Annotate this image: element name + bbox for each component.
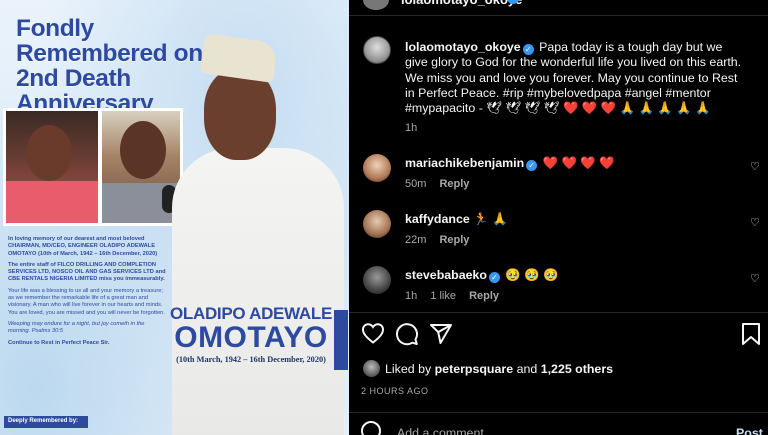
caption: lolaomotayo_okoye ✓ Papa today is a tough… (405, 40, 745, 116)
comment-age: 1h (405, 290, 418, 302)
post-actions (361, 322, 761, 346)
comment-age: 50m (405, 178, 427, 190)
comment-row: mariachikebenjamin ✓ ❤️ ❤️ ❤️ ❤️ (405, 156, 615, 171)
caption-username[interactable]: lolaomotayo_okoye (405, 40, 521, 54)
likes-others[interactable]: 1,225 others (541, 362, 613, 376)
reply-button[interactable]: Reply (439, 178, 469, 190)
reply-button[interactable]: Reply (439, 234, 469, 246)
post-timestamp: 2 HOURS AGO (361, 386, 429, 396)
comment-like-heart-icon[interactable]: ♡ (750, 216, 760, 229)
poster-psalm: Weeping may endure for a night, but joy … (8, 320, 145, 335)
paper-plane-icon[interactable] (429, 322, 453, 351)
likes-conj: and (516, 362, 538, 376)
poster-nameplate: OLADIPO ADEWALE OMOTAYO (10th March, 194… (168, 304, 348, 370)
add-comment-input[interactable]: Add a comment... (397, 426, 494, 435)
section-divider (349, 312, 768, 313)
post-side-panel: lolaomotayo_okoye lolaomotayo_okoye✓ Pap… (349, 0, 768, 435)
comment-age: 22m (405, 234, 427, 246)
memorial-poster-image: Fondly Remembered on the 2nd Death Anniv… (0, 0, 349, 435)
comment-bubble-icon[interactable] (395, 322, 419, 351)
post-comment-button[interactable]: Post (736, 426, 763, 435)
comment-text: 🥹 🥹 🥹 (505, 268, 559, 282)
likes-summary: Liked by peterpsquare and 1,225 others (385, 362, 613, 376)
reply-button[interactable]: Reply (469, 290, 499, 302)
likes-user[interactable]: peterpsquare (435, 362, 514, 376)
header-username[interactable]: lolaomotayo_okoye (401, 0, 522, 7)
comment-row: stevebabaeko ✓ 🥹 🥹 🥹 (405, 268, 559, 283)
comment-meta: 50m Reply (405, 178, 479, 190)
poster-body-text: In loving memory of our dearest and most… (8, 236, 166, 351)
smiley-icon[interactable] (361, 421, 381, 435)
portrait-elder-white-attire (172, 30, 344, 435)
comment-text: 🏃 🙏 (473, 212, 508, 226)
header-avatar[interactable] (363, 0, 389, 10)
comment-row: kaffydance 🏃 🙏 (405, 212, 508, 227)
comment-like-count[interactable]: 1 like (430, 290, 456, 302)
caption-meta: 1h (405, 122, 427, 134)
poster-remembered-by: Deeply Remembered by: (4, 416, 88, 428)
poster-dates: (10th March, 1942 – 16th December, 2020) (176, 355, 326, 364)
comment-avatar[interactable] (363, 154, 391, 182)
poster-intro: In loving memory of our dearest and most… (8, 236, 158, 257)
comment-text: ❤️ ❤️ ❤️ ❤️ (542, 156, 615, 170)
verified-badge-icon: ✓ (488, 272, 500, 283)
comment-avatar[interactable] (363, 266, 391, 294)
poster-surname: OMOTAYO (174, 321, 328, 354)
comment-username[interactable]: stevebabaeko (405, 268, 487, 282)
poster-staff: The entire staff of FILCO DRILLING AND C… (8, 261, 166, 283)
poster-rest: Continue to Rest in Perfect Peace Sir. (8, 339, 110, 346)
comment-meta: 1h 1 like Reply (405, 290, 509, 302)
comment-username[interactable]: mariachikebenjamin (405, 156, 524, 170)
post-header: lolaomotayo_okoye (349, 0, 768, 16)
bookmark-icon[interactable] (741, 322, 761, 351)
verified-badge-icon: ✓ (522, 44, 534, 55)
likes-prefix: Liked by (385, 362, 432, 376)
comment-like-heart-icon[interactable]: ♡ (750, 160, 760, 173)
heart-icon[interactable] (361, 322, 385, 349)
comment-like-heart-icon[interactable]: ♡ (750, 272, 760, 285)
caption-age: 1h (405, 122, 418, 134)
caption-avatar[interactable] (363, 36, 391, 64)
comment-username[interactable]: kaffydance (405, 212, 470, 226)
comment-meta: 22m Reply (405, 234, 479, 246)
poster-accent-bar (334, 310, 348, 370)
comment-avatar[interactable] (363, 210, 391, 238)
portrait-photo-pink-shirt (3, 108, 101, 226)
liked-by-avatar[interactable] (363, 360, 380, 377)
verified-badge-icon: ✓ (526, 160, 538, 171)
poster-blessing: Your life was a blessing to us all and y… (8, 287, 165, 316)
portrait-photo-microphone (99, 108, 183, 226)
section-divider (349, 412, 768, 413)
